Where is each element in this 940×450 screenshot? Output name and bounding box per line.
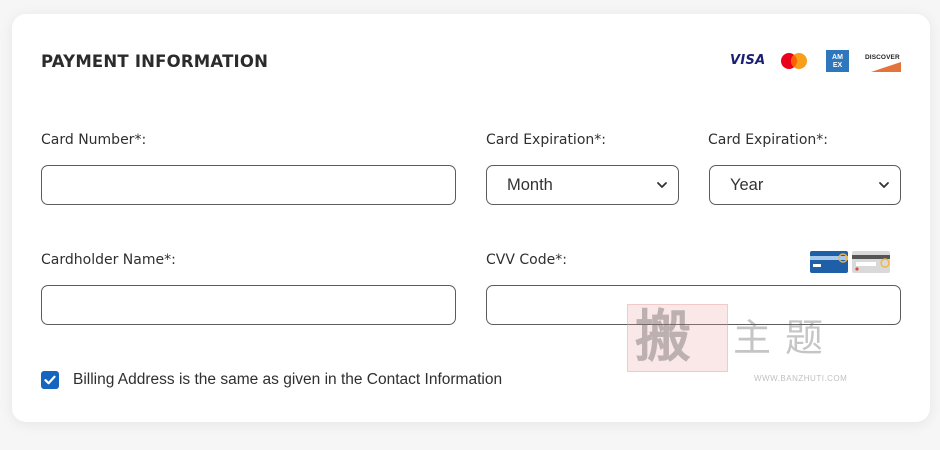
cardholder-name-field[interactable] <box>41 285 456 325</box>
payment-card: PAYMENT INFORMATION VISA AM EX DISCOVER … <box>12 14 930 422</box>
watermark-url: WWW.BANZHUTI.COM <box>754 374 848 383</box>
amex-logo-icon: AM EX <box>826 50 849 72</box>
expiration-year-select[interactable]: Year <box>709 165 901 205</box>
mastercard-logo-icon <box>781 53 807 69</box>
card-number-label: Card Number*: <box>41 132 147 148</box>
expiration-year-value: Year <box>730 176 764 194</box>
watermark: 搬 主题 WWW.BANZHUTI.COM <box>627 304 862 383</box>
cardholder-name-input[interactable] <box>42 286 455 324</box>
expiration-month-select[interactable]: Month <box>486 165 679 205</box>
chevron-down-icon <box>879 182 889 188</box>
expiration-month-label: Card Expiration*: <box>486 132 606 148</box>
watermark-text: 主题 <box>733 316 838 360</box>
expiration-year-label: Card Expiration*: <box>708 132 828 148</box>
cvv-card-icon <box>810 251 890 273</box>
cvv-label: CVV Code*: <box>486 252 567 268</box>
card-number-input[interactable] <box>42 166 455 204</box>
chevron-down-icon <box>657 182 667 188</box>
svg-text:AM: AM <box>832 54 843 61</box>
cardholder-name-label: Cardholder Name*: <box>41 252 176 268</box>
billing-same-checkbox[interactable] <box>41 371 59 389</box>
discover-logo-icon: DISCOVER <box>865 54 901 72</box>
svg-text:EX: EX <box>833 62 843 69</box>
billing-same-label[interactable]: Billing Address is the same as given in … <box>73 371 502 389</box>
watermark-seal-char: 搬 <box>635 304 691 370</box>
card-brand-logos: VISA AM EX DISCOVER <box>730 50 906 74</box>
checkmark-icon <box>44 375 56 385</box>
expiration-month-value: Month <box>507 176 553 194</box>
card-number-field[interactable] <box>41 165 456 205</box>
visa-logo-icon: VISA <box>730 53 766 68</box>
section-title: PAYMENT INFORMATION <box>41 52 269 71</box>
